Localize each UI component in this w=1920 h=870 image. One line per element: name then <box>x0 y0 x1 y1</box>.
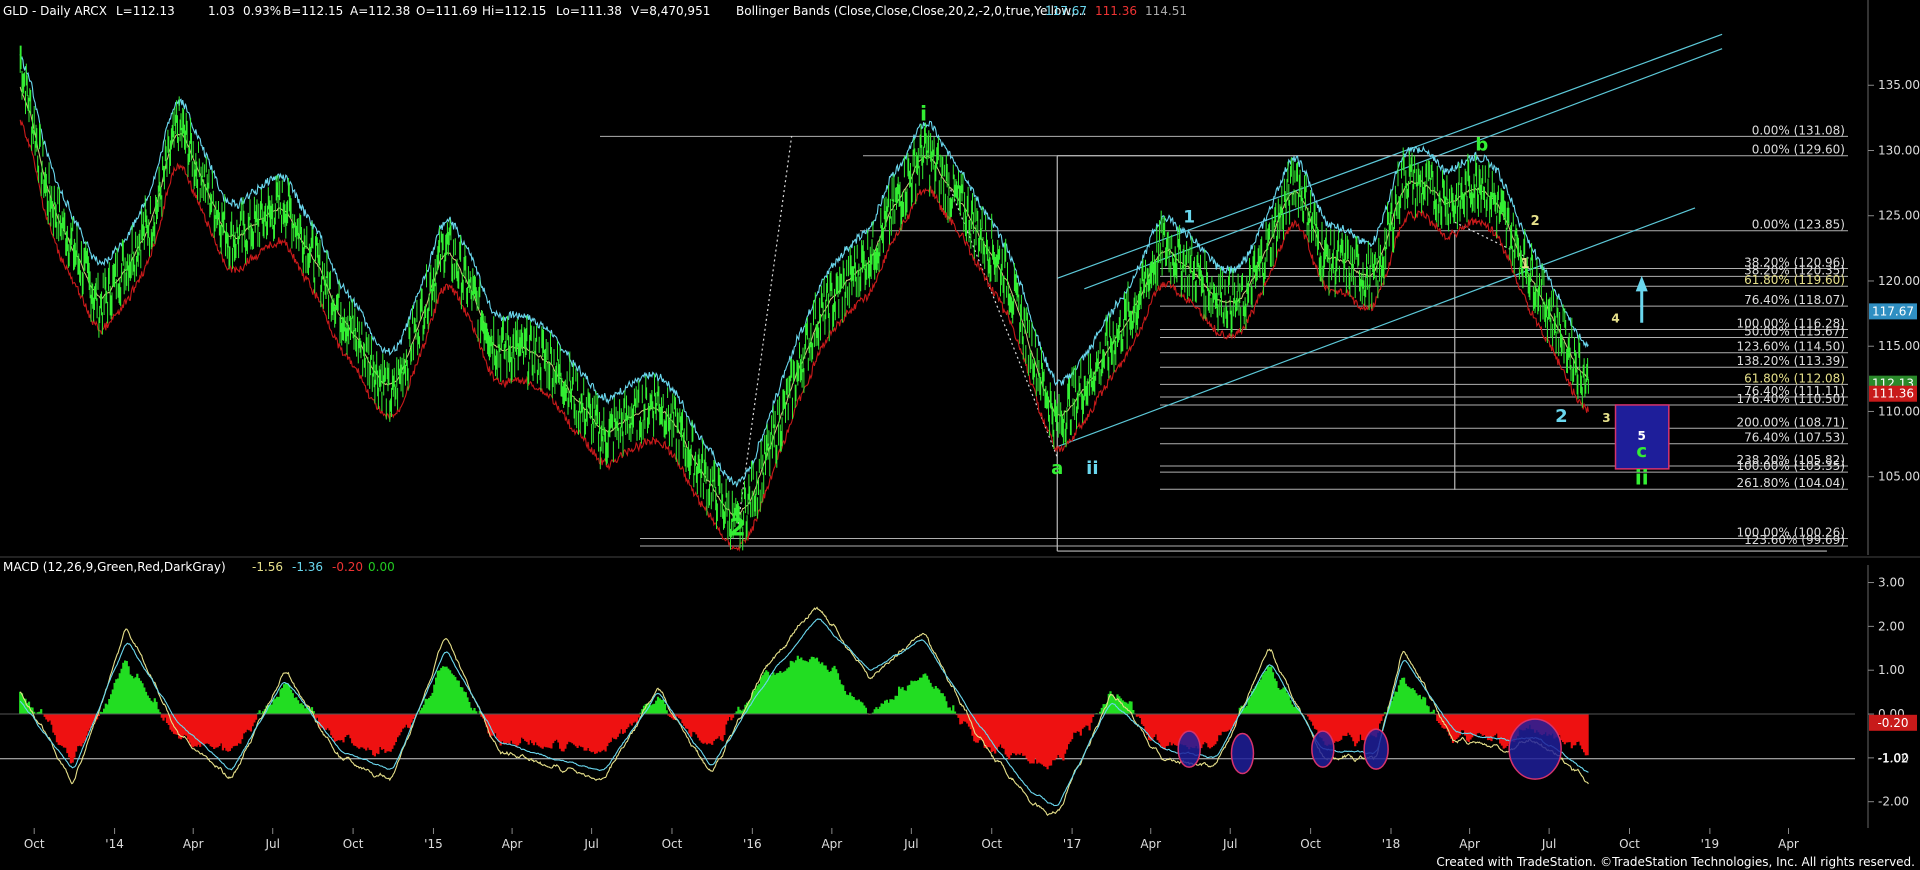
fib-label: 200.00% (108.71) <box>1736 415 1845 429</box>
time-tick-label: '19 <box>1701 837 1720 851</box>
wave-label: 2 <box>729 513 746 541</box>
macd-tag-label: -0.20 <box>1877 716 1908 730</box>
time-tick-label: Jul <box>583 837 598 851</box>
macd-divergence-circle <box>1177 730 1201 768</box>
price-tick-label: 105.00 <box>1878 470 1920 484</box>
price-tick-label: 125.00 <box>1878 209 1920 223</box>
macd-tag-label: -1.02 <box>1877 752 1908 766</box>
fib-label: 123.60% (99.69) <box>1744 533 1845 547</box>
macd-hist-value: -0.20 <box>332 560 363 574</box>
wave-label: 2 <box>1555 406 1568 427</box>
macd-signal-value: -1.36 <box>292 560 323 574</box>
fib-label: 100.00% (105.35) <box>1736 459 1845 473</box>
header-volume: V=8,470,951 <box>631 4 710 18</box>
fib-label: 61.80% (119.60) <box>1744 273 1845 287</box>
time-tick-label: '15 <box>424 837 443 851</box>
price-tag-label: 117.67 <box>1872 304 1914 318</box>
macd-tick-label: 2.00 <box>1878 619 1905 633</box>
wave-label: b <box>1475 134 1488 155</box>
time-tick-label: Jul <box>903 837 918 851</box>
macd-divergence-circle <box>1363 728 1389 770</box>
time-tick-label: Apr <box>1140 837 1161 851</box>
wave-label: i <box>920 101 927 125</box>
macd-tick-label: 3.00 <box>1878 576 1905 590</box>
wave-label: ii <box>1086 458 1098 479</box>
price-tick-label: 115.00 <box>1878 339 1920 353</box>
macd-value: -1.56 <box>252 560 283 574</box>
wave-label: 2 <box>1531 214 1540 229</box>
time-tick-label: Oct <box>1300 837 1321 851</box>
time-tick-label: Oct <box>662 837 683 851</box>
symbol-title: GLD - Daily ARCX <box>3 4 107 18</box>
chart-canvas: GLD - Daily ARCX L=112.13 1.03 0.93% B=1… <box>0 0 1920 870</box>
header-indicator: Bollinger Bands (Close,Close,Close,20,2,… <box>736 4 1086 18</box>
macd-tick-label: -2.00 <box>1878 795 1909 809</box>
price-tag-label: 111.36 <box>1872 387 1914 401</box>
header-change-pct: 0.93% <box>243 4 281 18</box>
macd-divergence-circle <box>1230 732 1255 775</box>
time-tick-label: Apr <box>1778 837 1799 851</box>
macd-zero-value: 0.00 <box>368 560 395 574</box>
fib-label: 138.20% (113.39) <box>1736 354 1845 368</box>
fib-label: 0.00% (129.60) <box>1752 143 1845 157</box>
time-tick-label: '16 <box>743 837 762 851</box>
wave-label: a <box>1051 458 1063 479</box>
fib-label: 50.00% (115.67) <box>1744 324 1845 338</box>
footer-credit: Created with TradeStation. ©TradeStation… <box>1436 855 1915 869</box>
price-tick-label: 130.00 <box>1878 143 1920 157</box>
fib-label: 123.60% (114.50) <box>1736 340 1845 354</box>
time-tick-label: Apr <box>183 837 204 851</box>
header-open: O=111.69 <box>416 4 478 18</box>
time-tick-label: '18 <box>1382 837 1401 851</box>
macd-label: MACD (12,26,9,Green,Red,DarkGray) <box>3 560 226 574</box>
header-ask: A=112.38 <box>350 4 410 18</box>
fib-label: 0.00% (123.85) <box>1752 218 1845 232</box>
wave-label: 1 <box>1183 207 1195 227</box>
fib-label: 261.80% (104.04) <box>1736 476 1845 490</box>
price-tick-label: 110.00 <box>1878 404 1920 418</box>
wave-label: c <box>1636 441 1647 462</box>
header-bid: B=112.15 <box>283 4 343 18</box>
header-change: 1.03 <box>208 4 235 18</box>
macd-divergence-circle <box>1311 730 1335 768</box>
macd-tick-label: 1.00 <box>1878 663 1905 677</box>
price-tick-label: 135.00 <box>1878 78 1920 92</box>
header-last: L=112.13 <box>116 4 175 18</box>
wave-label: ii <box>1635 466 1649 490</box>
time-tick-label: Oct <box>24 837 45 851</box>
time-tick-label: Oct <box>343 837 364 851</box>
wave-label: 1 <box>1521 257 1530 272</box>
fib-label: 76.40% (118.07) <box>1744 293 1845 307</box>
wave-label: 4 <box>1611 312 1619 326</box>
header-high: Hi=112.15 <box>482 4 546 18</box>
header-bb-lower: 111.36 <box>1095 4 1137 18</box>
time-tick-label: '17 <box>1063 837 1082 851</box>
price-tick-label: 120.00 <box>1878 274 1920 288</box>
wave-label: 3 <box>1602 411 1610 425</box>
time-tick-label: Oct <box>1619 837 1640 851</box>
fib-label: 0.00% (131.08) <box>1752 123 1845 137</box>
fib-label: 176.40% (110.50) <box>1736 392 1845 406</box>
time-tick-label: Apr <box>1459 837 1480 851</box>
time-tick-label: Oct <box>981 837 1002 851</box>
header-bb-mid: 114.51 <box>1145 4 1187 18</box>
time-tick-label: Apr <box>821 837 842 851</box>
time-tick-label: Jul <box>264 837 279 851</box>
macd-divergence-circle <box>1508 718 1562 780</box>
header-low: Lo=111.38 <box>556 4 622 18</box>
header-bb-upper: 117.67 <box>1045 4 1087 18</box>
fib-label: 76.40% (107.53) <box>1744 431 1845 445</box>
time-tick-label: Jul <box>1222 837 1237 851</box>
time-tick-label: '14 <box>105 837 124 851</box>
time-tick-label: Apr <box>502 837 523 851</box>
time-tick-label: Jul <box>1541 837 1556 851</box>
